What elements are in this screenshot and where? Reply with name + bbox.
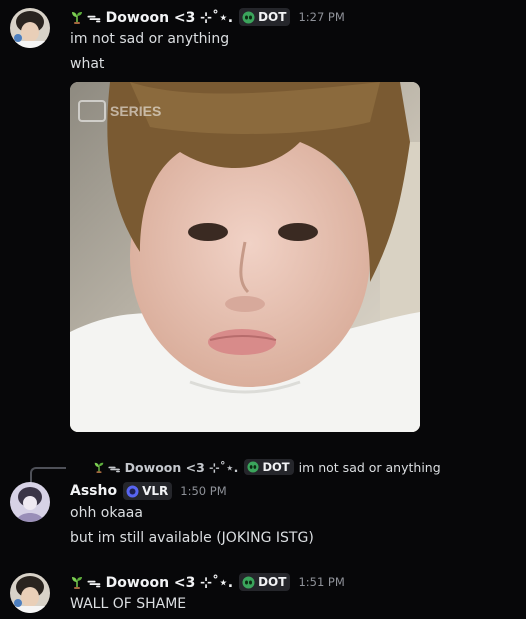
alien-icon <box>242 576 255 588</box>
server-tag-label: DOT <box>258 10 287 24</box>
message-header: Assho VLR 1:50 PM <box>70 480 227 502</box>
sprout-icon <box>72 12 82 24</box>
username[interactable]: ᯓ Dowoon <3 ⊹˚⋆. <box>87 8 233 27</box>
username[interactable]: ᯓ Dowoon <3 ⊹˚⋆. <box>87 573 233 592</box>
username[interactable]: Assho <box>70 483 117 499</box>
sprout-icon <box>72 577 82 589</box>
avatar[interactable] <box>10 573 50 613</box>
message-text: im not sad or anything <box>70 31 230 47</box>
sprout-icon <box>94 462 104 473</box>
reply-server-tag-label: DOT <box>262 460 290 474</box>
message-text: WALL OF SHAME <box>70 596 187 612</box>
timestamp[interactable]: 1:50 PM <box>180 484 226 498</box>
reply-connector <box>30 467 66 483</box>
message-text: what <box>70 56 105 72</box>
reply-preview[interactable]: ᯓ Dowoon <3 ⊹˚⋆. DOT im not sad or anyth… <box>93 458 441 476</box>
server-tag[interactable]: DOT <box>239 8 291 26</box>
attached-photo[interactable]: SERIES <box>70 82 420 432</box>
message-header: ᯓ Dowoon <3 ⊹˚⋆. DOT 1:51 PM <box>70 571 345 593</box>
watermark-text: SERIES <box>110 103 162 119</box>
watermark-logo-icon <box>78 100 106 122</box>
blue-orb-icon <box>126 485 139 497</box>
reply-text: im not sad or anything <box>298 459 441 475</box>
photo-watermark: SERIES <box>78 100 161 122</box>
server-tag[interactable]: DOT <box>239 573 291 591</box>
server-tag-label: VLR <box>142 484 169 498</box>
timestamp[interactable]: 1:27 PM <box>298 10 344 24</box>
message-text: ohh okaaa <box>70 505 143 521</box>
reply-server-tag[interactable]: DOT <box>244 459 294 475</box>
timestamp[interactable]: 1:51 PM <box>298 575 344 589</box>
avatar[interactable] <box>10 482 50 522</box>
server-tag-label: DOT <box>258 575 287 589</box>
reply-author[interactable]: ᯓ Dowoon <3 ⊹˚⋆. <box>108 459 238 476</box>
avatar[interactable] <box>10 8 50 48</box>
server-tag[interactable]: VLR <box>123 482 173 500</box>
message-text: but im still available (JOKING ISTG) <box>70 530 314 546</box>
alien-icon <box>242 11 255 23</box>
alien-icon <box>247 461 259 473</box>
message-header: ᯓ Dowoon <3 ⊹˚⋆. DOT 1:27 PM <box>70 6 345 28</box>
